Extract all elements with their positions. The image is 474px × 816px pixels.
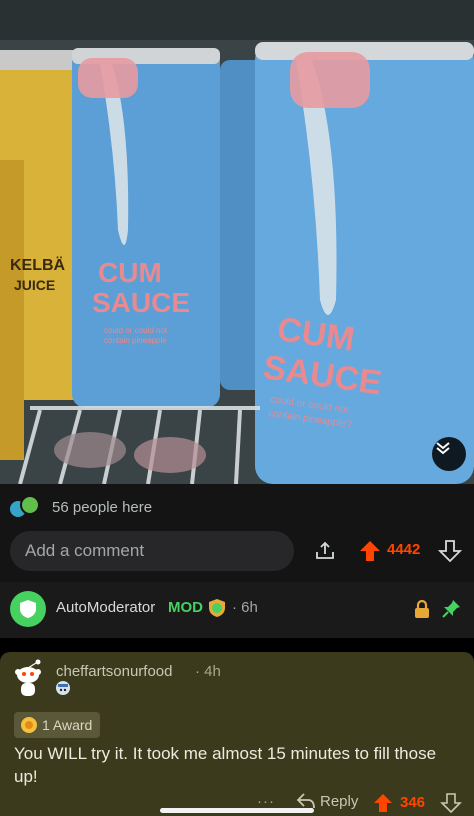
comment-vote-count: 346 xyxy=(400,794,426,811)
award-label: 1 Award xyxy=(42,717,93,733)
post-image[interactable]: KELBÄ JUICE CUM SAUCE could or could not… xyxy=(0,0,474,484)
comment-time: · 4h xyxy=(195,663,221,680)
presence-text: 56 people here xyxy=(52,498,153,516)
post-vote-count: 4442 xyxy=(387,541,421,558)
add-comment-input[interactable]: Add a comment xyxy=(10,531,294,571)
presence-indicator: 56 people here xyxy=(6,493,152,521)
upvote-button[interactable] xyxy=(356,537,384,565)
downvote-button[interactable] xyxy=(436,537,464,565)
center-can-tagline-1: could or could not xyxy=(104,326,168,335)
downvote-icon xyxy=(438,540,462,563)
left-can-text-1: KELBÄ xyxy=(10,256,66,274)
presence-avatars xyxy=(6,493,46,521)
chevrons-down-icon xyxy=(436,442,450,455)
upvote-icon xyxy=(360,541,380,561)
user-flair-icon xyxy=(56,681,70,695)
left-can-text-2: JUICE xyxy=(14,277,55,293)
mod-shield-icon xyxy=(209,599,225,617)
reply-label: Reply xyxy=(320,792,359,810)
center-can-tagline-2: contain pineapple xyxy=(104,336,167,345)
share-icon xyxy=(316,541,334,559)
comment-downvote-icon[interactable] xyxy=(440,792,462,814)
user-avatar-snoo[interactable] xyxy=(12,658,44,698)
pin-icon xyxy=(442,600,460,618)
automoderator-username[interactable]: AutoModerator xyxy=(56,599,155,616)
avatar xyxy=(20,495,40,515)
share-button[interactable] xyxy=(311,537,339,565)
shield-icon xyxy=(20,600,36,618)
collapse-image-button[interactable] xyxy=(432,437,466,471)
lock-icon xyxy=(415,599,429,618)
mod-badge: MOD xyxy=(168,599,203,616)
divider xyxy=(0,638,474,652)
automoderator-avatar xyxy=(10,591,46,627)
comment-upvote-icon[interactable] xyxy=(372,792,394,814)
award-badge[interactable]: 1 Award xyxy=(14,712,101,738)
drink-cans-photo: KELBÄ JUICE CUM SAUCE could or could not… xyxy=(0,0,474,484)
center-can-title-1: CUM xyxy=(98,257,162,288)
comment-body: You WILL try it. It took me almost 15 mi… xyxy=(14,744,437,786)
automoderator-time: · 6h xyxy=(232,599,258,616)
award-icon xyxy=(21,717,37,733)
comment-username[interactable]: cheffartsonurfood xyxy=(56,663,172,680)
center-can-title-2: SAUCE xyxy=(92,287,190,318)
home-indicator[interactable] xyxy=(160,808,314,813)
